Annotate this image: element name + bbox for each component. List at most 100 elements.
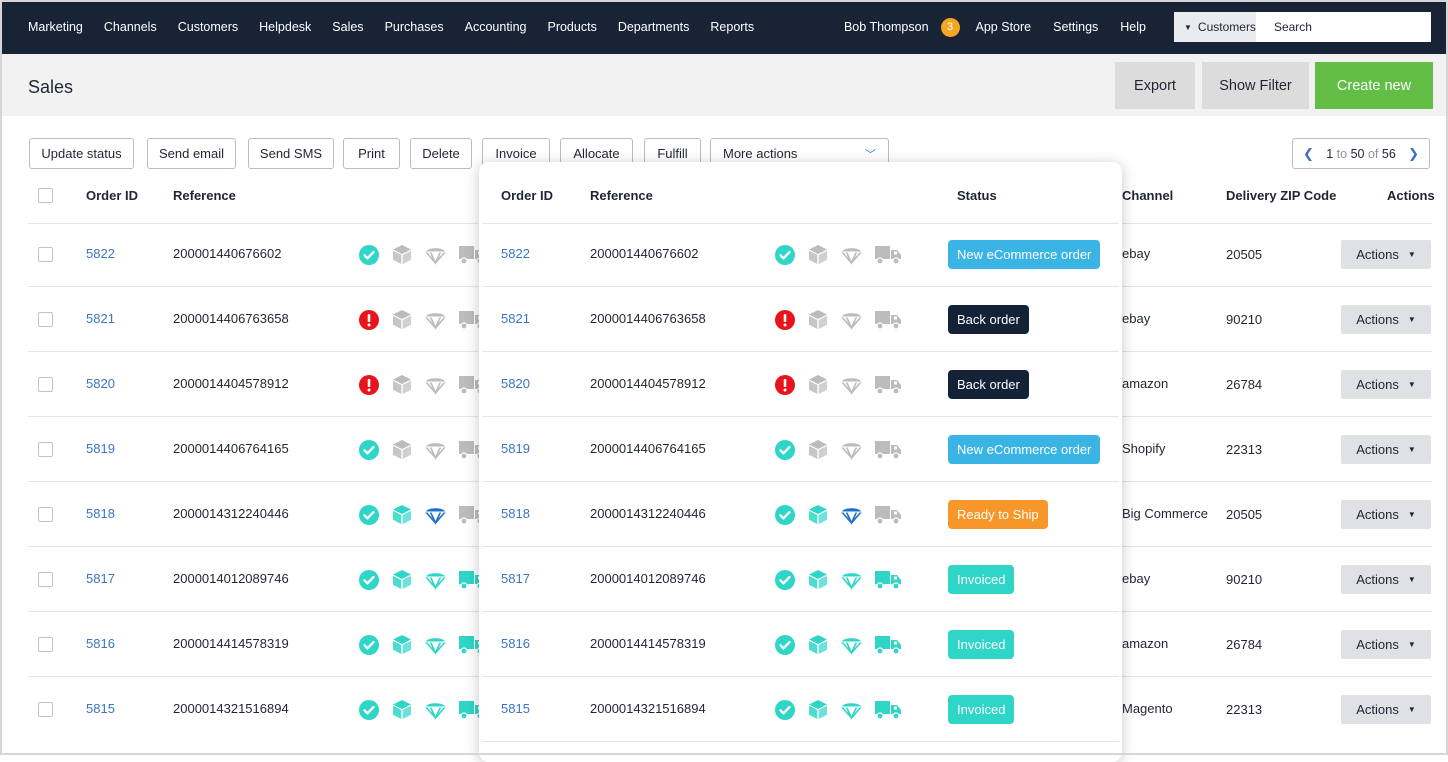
row-actions-button[interactable]: Actions ▼ — [1341, 630, 1431, 659]
card-order-reference: 2000014012089746 — [590, 571, 706, 586]
search-scope-dropdown[interactable]: ▼ Customers — [1174, 12, 1256, 42]
help-link[interactable]: Help — [1120, 20, 1146, 34]
chevron-down-icon: ﹀ — [865, 148, 876, 161]
page-from: 1 — [1326, 146, 1334, 161]
nav-customers[interactable]: Customers — [178, 20, 238, 34]
caret-down-icon: ▼ — [1407, 380, 1416, 389]
order-id-link[interactable]: 5817 — [86, 571, 115, 586]
delivery-zip: 90210 — [1226, 312, 1263, 327]
card-col-order-id[interactable]: Order ID — [501, 188, 553, 203]
package-icon — [392, 374, 425, 395]
nav-purchases[interactable]: Purchases — [385, 20, 444, 34]
package-icon — [808, 634, 841, 655]
package-icon — [808, 699, 841, 720]
status-badge: Invoiced — [948, 695, 1015, 724]
col-actions: Actions — [1387, 188, 1435, 203]
more-actions-label: More actions — [723, 146, 798, 161]
card-order-id-link[interactable]: 5815 — [501, 701, 530, 716]
card-order-id-link[interactable]: 5821 — [501, 311, 530, 326]
order-id-link[interactable]: 5819 — [86, 441, 115, 456]
row-actions-button[interactable]: Actions ▼ — [1341, 435, 1431, 464]
search-input[interactable] — [1255, 12, 1431, 42]
nav-channels[interactable]: Channels — [104, 20, 157, 34]
row-checkbox[interactable] — [38, 312, 53, 327]
nav-sales[interactable]: Sales — [332, 20, 363, 34]
col-reference[interactable]: Reference — [173, 188, 236, 203]
parachute-icon — [841, 310, 875, 330]
page-header: Sales Export Show Filter Create new — [2, 54, 1446, 116]
row-actions-button[interactable]: Actions ▼ — [1341, 695, 1431, 724]
card-col-status[interactable]: Status — [957, 188, 997, 203]
prev-page-icon[interactable]: ❮ — [1303, 146, 1314, 162]
row-checkbox[interactable] — [38, 702, 53, 717]
card-order-id-link[interactable]: 5820 — [501, 376, 530, 391]
order-id-link[interactable]: 5818 — [86, 506, 115, 521]
card-order-id-link[interactable]: 5816 — [501, 636, 530, 651]
row-checkbox[interactable] — [38, 442, 53, 457]
card-fulfillment-icons — [775, 244, 915, 265]
nav-reports[interactable]: Reports — [710, 20, 754, 34]
row-checkbox[interactable] — [38, 637, 53, 652]
check-circle-icon — [359, 699, 392, 720]
order-id-link[interactable]: 5820 — [86, 376, 115, 391]
parachute-icon — [841, 570, 875, 590]
send-email-button[interactable]: Send email — [147, 138, 236, 169]
nav-products[interactable]: Products — [547, 20, 596, 34]
col-delivery-zip[interactable]: Delivery ZIP Code — [1226, 188, 1336, 203]
export-button[interactable]: Export — [1115, 62, 1195, 109]
page-range: 1 to 50 of 56 — [1326, 147, 1396, 161]
row-actions-button[interactable]: Actions ▼ — [1341, 305, 1431, 334]
package-icon — [808, 569, 841, 590]
notification-badge[interactable]: 3 — [940, 17, 960, 37]
fulfillment-icons — [359, 504, 499, 525]
nav-marketing[interactable]: Marketing — [28, 20, 83, 34]
row-actions-button[interactable]: Actions ▼ — [1341, 565, 1431, 594]
row-actions-label: Actions — [1356, 572, 1399, 587]
status-badge: Back order — [948, 305, 1029, 334]
select-all-checkbox[interactable] — [38, 188, 53, 203]
order-id-link[interactable]: 5822 — [86, 246, 115, 261]
user-name[interactable]: Bob Thompson — [844, 20, 929, 34]
card-order-id-link[interactable]: 5819 — [501, 441, 530, 456]
show-filter-button[interactable]: Show Filter — [1202, 62, 1309, 109]
row-actions-button[interactable]: Actions ▼ — [1341, 240, 1431, 269]
row-actions-button[interactable]: Actions ▼ — [1341, 500, 1431, 529]
next-page-icon[interactable]: ❯ — [1408, 146, 1419, 162]
card-order-id-link[interactable]: 5817 — [501, 571, 530, 586]
app-store-link[interactable]: App Store — [976, 20, 1032, 34]
row-checkbox[interactable] — [38, 247, 53, 262]
truck-icon — [875, 245, 915, 265]
delete-button[interactable]: Delete — [410, 138, 472, 169]
order-id-link[interactable]: 5815 — [86, 701, 115, 716]
row-checkbox[interactable] — [38, 507, 53, 522]
delivery-zip: 22313 — [1226, 442, 1263, 457]
col-channel[interactable]: Channel — [1122, 188, 1173, 203]
card-row-divider — [482, 546, 1119, 547]
error-alert-icon — [359, 374, 392, 395]
nav-accounting[interactable]: Accounting — [465, 20, 527, 34]
order-id-link[interactable]: 5821 — [86, 311, 115, 326]
send-sms-button[interactable]: Send SMS — [248, 138, 334, 169]
row-actions-label: Actions — [1356, 247, 1399, 262]
row-checkbox[interactable] — [38, 572, 53, 587]
parachute-icon — [841, 245, 875, 265]
card-col-reference[interactable]: Reference — [590, 188, 653, 203]
settings-link[interactable]: Settings — [1053, 20, 1098, 34]
check-circle-icon — [775, 244, 808, 265]
order-reference: 2000014414578319 — [173, 636, 289, 651]
card-order-id-link[interactable]: 5818 — [501, 506, 530, 521]
search-scope-label: Customers — [1197, 20, 1256, 34]
create-new-button[interactable]: Create new — [1315, 62, 1433, 109]
update-status-button[interactable]: Update status — [29, 138, 134, 169]
order-id-link[interactable]: 5816 — [86, 636, 115, 651]
order-reference: 200001440676602 — [173, 246, 282, 261]
print-button[interactable]: Print — [343, 138, 400, 169]
col-order-id[interactable]: Order ID — [86, 188, 138, 203]
nav-departments[interactable]: Departments — [618, 20, 690, 34]
delivery-zip: 26784 — [1226, 377, 1263, 392]
card-order-id-link[interactable]: 5822 — [501, 246, 530, 261]
row-actions-button[interactable]: Actions ▼ — [1341, 370, 1431, 399]
row-checkbox[interactable] — [38, 377, 53, 392]
status-badge: Invoiced — [948, 630, 1015, 659]
nav-helpdesk[interactable]: Helpdesk — [259, 20, 311, 34]
